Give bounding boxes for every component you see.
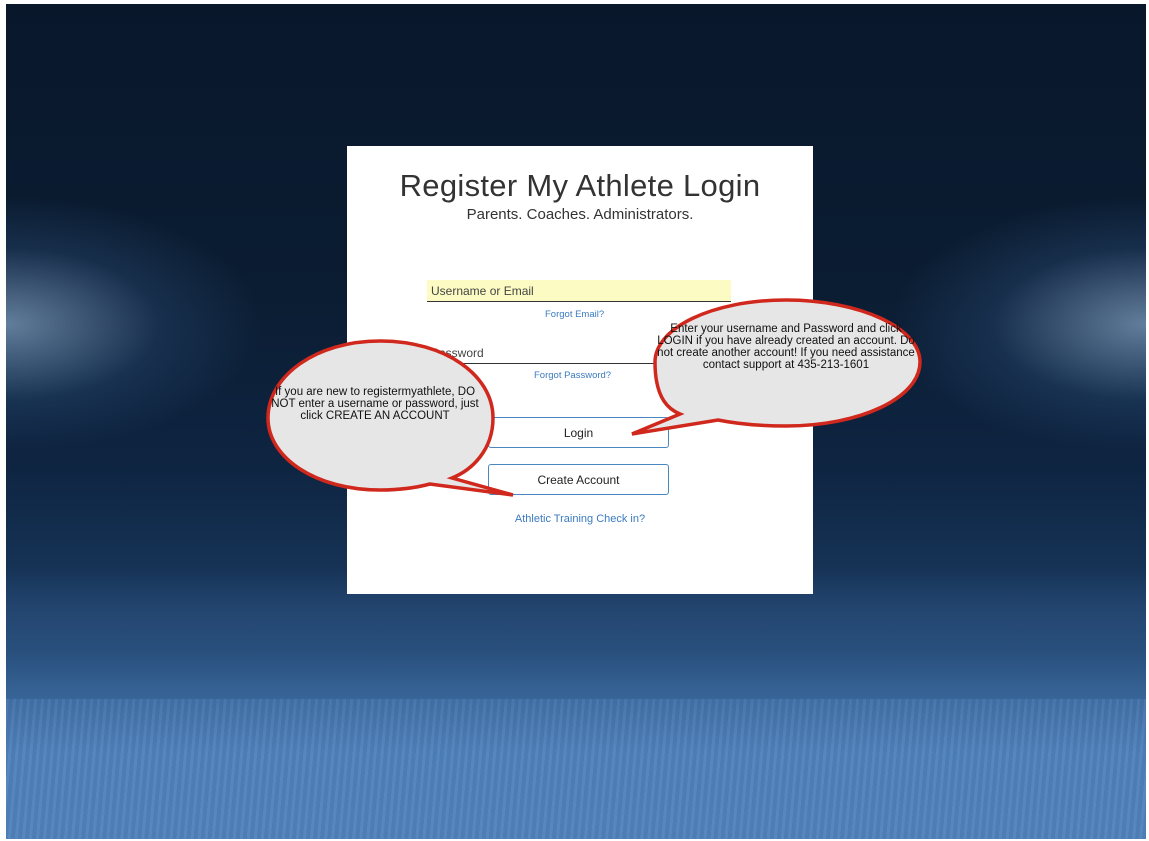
callout-bubbles bbox=[266, 298, 922, 497]
right-callout-text: Enter your username and Password and cli… bbox=[657, 323, 915, 371]
left-callout-text: If you are new to registermyathlete, DO … bbox=[271, 386, 479, 422]
